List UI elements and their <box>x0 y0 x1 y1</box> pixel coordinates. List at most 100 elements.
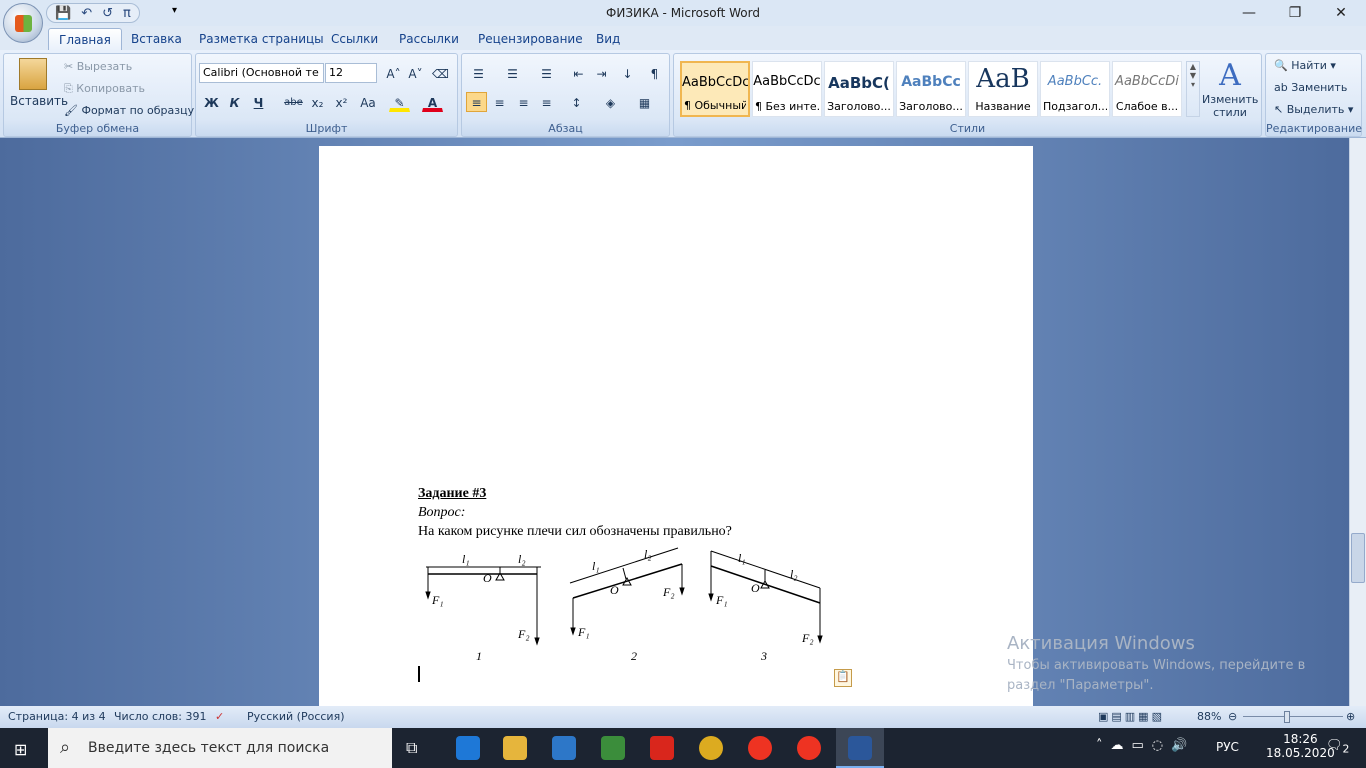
style-subtle-emphasis[interactable]: AaBbCcDi Слабое в... <box>1112 61 1182 117</box>
decrease-indent-icon[interactable]: ⇤ <box>568 63 589 83</box>
replace-button[interactable]: ab Заменить <box>1274 81 1347 94</box>
cut-button[interactable]: ✂ Вырезать <box>64 60 132 73</box>
tab-view[interactable]: Вид <box>586 28 630 50</box>
word-count[interactable]: Число слов: 391 <box>114 710 207 723</box>
tab-insert[interactable]: Вставка <box>121 28 192 50</box>
tab-review[interactable]: Рецензирование <box>468 28 593 50</box>
justify-icon[interactable]: ≡ <box>536 92 557 112</box>
fig3-l2-label: l₂ <box>790 567 798 581</box>
style-title[interactable]: AaB Название <box>968 61 1038 117</box>
style-sample: AaBbCc <box>901 74 961 90</box>
italic-button[interactable]: К <box>224 92 245 112</box>
style-heading1[interactable]: AaBbC(Заголово... <box>824 61 894 117</box>
minimize-button[interactable]: — <box>1226 0 1272 26</box>
proofing-icon[interactable]: ✓ <box>215 710 224 723</box>
font-color-icon[interactable]: A <box>422 92 443 112</box>
page-count[interactable]: Страница: 4 из 4 <box>8 710 106 723</box>
equation-icon[interactable]: π <box>123 6 131 21</box>
fig3-f2-label: F₂ <box>801 631 814 645</box>
font-size-select[interactable]: 12 <box>325 63 377 83</box>
styles-scroll[interactable]: ▲ ▼ ▾ <box>1186 61 1200 117</box>
yandex-browser-icon-2[interactable] <box>797 736 821 760</box>
underline-button[interactable]: Ч <box>248 92 269 112</box>
scrollbar-thumb[interactable] <box>1351 533 1365 583</box>
customize-qat-icon[interactable]: ▾ <box>172 5 177 16</box>
yandex-icon[interactable] <box>650 736 674 760</box>
bullets-icon[interactable]: ☰ <box>468 63 489 83</box>
start-button[interactable]: ⊞ <box>14 740 27 759</box>
fig1-o-label: O <box>483 571 492 585</box>
copy-button[interactable]: ⎘ Копировать <box>64 82 145 96</box>
shading-icon[interactable]: ◈ <box>600 92 621 112</box>
tab-mailings[interactable]: Рассылки <box>389 28 469 50</box>
cut-label: Вырезать <box>76 60 133 73</box>
numbering-icon[interactable]: ☰ <box>502 63 523 83</box>
change-styles-button[interactable]: A Изменить стили <box>1202 58 1258 119</box>
edge-icon[interactable] <box>456 736 480 760</box>
format-painter-label: Формат по образцу <box>81 104 195 117</box>
view-buttons[interactable]: ▣▤▥▦▧ <box>1098 710 1165 723</box>
format-painter-button[interactable]: 🖌 Формат по образцу <box>64 104 194 117</box>
redo-icon[interactable]: ↺ <box>102 6 113 21</box>
sort-icon[interactable]: ↓ <box>617 63 638 83</box>
input-language[interactable]: РУС <box>1216 740 1239 754</box>
zoom-level[interactable]: 88% <box>1197 710 1221 723</box>
vertical-scrollbar[interactable] <box>1349 138 1366 706</box>
grow-font-button[interactable]: A˄ <box>383 63 404 83</box>
zoom-slider[interactable] <box>1243 716 1343 717</box>
undo-icon[interactable]: ↶ <box>81 6 92 21</box>
style-sample: AaBbCcDc <box>753 74 821 89</box>
fig2-o-label: O <box>610 583 619 597</box>
strikethrough-button[interactable]: abe <box>283 92 304 112</box>
style-no-spacing[interactable]: AaBbCcDc ¶ Без инте... <box>752 61 822 117</box>
zoom-slider-thumb[interactable] <box>1284 711 1290 723</box>
highlight-icon[interactable]: ✎ <box>389 92 410 112</box>
notifications-button[interactable]: 🗨2 <box>1326 738 1349 756</box>
align-center-icon[interactable]: ≡ <box>489 92 510 112</box>
paste-options-icon[interactable]: 📋 <box>834 669 852 687</box>
yandex-browser-icon[interactable] <box>748 736 772 760</box>
fig3-f1-label: F₁ <box>715 593 728 607</box>
line-spacing-icon[interactable]: ↕ <box>566 92 587 112</box>
superscript-button[interactable]: x² <box>331 92 352 112</box>
zoom-out-icon[interactable]: ⊖ <box>1228 710 1237 723</box>
show-marks-icon[interactable]: ¶ <box>644 63 665 83</box>
style-normal[interactable]: AaBbCcDc ¶ Обычный <box>680 61 750 117</box>
clear-format-icon[interactable]: ⌫ <box>430 63 451 83</box>
subscript-button[interactable]: x₂ <box>307 92 328 112</box>
paste-button[interactable]: Вставить <box>10 94 68 108</box>
document-page[interactable]: Задание #3 Вопрос: На каком рисунке плеч… <box>319 146 1033 706</box>
clock[interactable]: 18:26 18.05.2020 <box>1266 732 1335 760</box>
borders-icon[interactable]: ▦ <box>634 92 655 112</box>
chrome-icon[interactable] <box>699 736 723 760</box>
style-name: Заголово... <box>827 100 891 113</box>
close-button[interactable]: ✕ <box>1318 0 1364 26</box>
tab-home[interactable]: Главная <box>48 28 122 50</box>
save-icon[interactable]: 💾 <box>55 6 71 21</box>
restore-button[interactable]: ❐ <box>1272 0 1318 26</box>
align-left-icon[interactable]: ≡ <box>466 92 487 112</box>
taskbar-search[interactable]: ⌕ Введите здесь текст для поиска <box>48 728 392 768</box>
lever-figures: l₁ l₂ O F₁ F₂ l₁ l₂ O F₁ F₂ l₁ l₂ O F₁ F… <box>425 547 823 663</box>
shrink-font-button[interactable]: A˅ <box>405 63 426 83</box>
store-icon[interactable] <box>601 736 625 760</box>
task-view-icon[interactable]: ⧉ <box>406 738 417 758</box>
language-indicator[interactable]: Русский (Россия) <box>247 710 345 723</box>
align-right-icon[interactable]: ≡ <box>513 92 534 112</box>
font-name-select[interactable]: Calibri (Основной те <box>199 63 324 83</box>
explorer-icon[interactable] <box>503 736 527 760</box>
word-taskbar-button[interactable] <box>836 728 884 768</box>
change-case-button[interactable]: Aa <box>355 92 381 112</box>
mail-icon[interactable] <box>552 736 576 760</box>
style-subtitle[interactable]: AaBbCc. Подзагол... <box>1040 61 1110 117</box>
select-button[interactable]: ↖ Выделить ▾ <box>1274 103 1353 116</box>
find-button[interactable]: 🔍 Найти ▾ <box>1274 59 1336 72</box>
tab-page-layout[interactable]: Разметка страницы <box>189 28 334 50</box>
zoom-in-icon[interactable]: ⊕ <box>1346 710 1355 723</box>
increase-indent-icon[interactable]: ⇥ <box>591 63 612 83</box>
tray-icons[interactable]: ˄☁▭◌🔊 <box>1096 738 1195 753</box>
style-heading2[interactable]: AaBbCc Заголово... <box>896 61 966 117</box>
bold-button[interactable]: Ж <box>201 92 222 112</box>
tab-references[interactable]: Ссылки <box>321 28 388 50</box>
multilevel-list-icon[interactable]: ☰ <box>536 63 557 83</box>
